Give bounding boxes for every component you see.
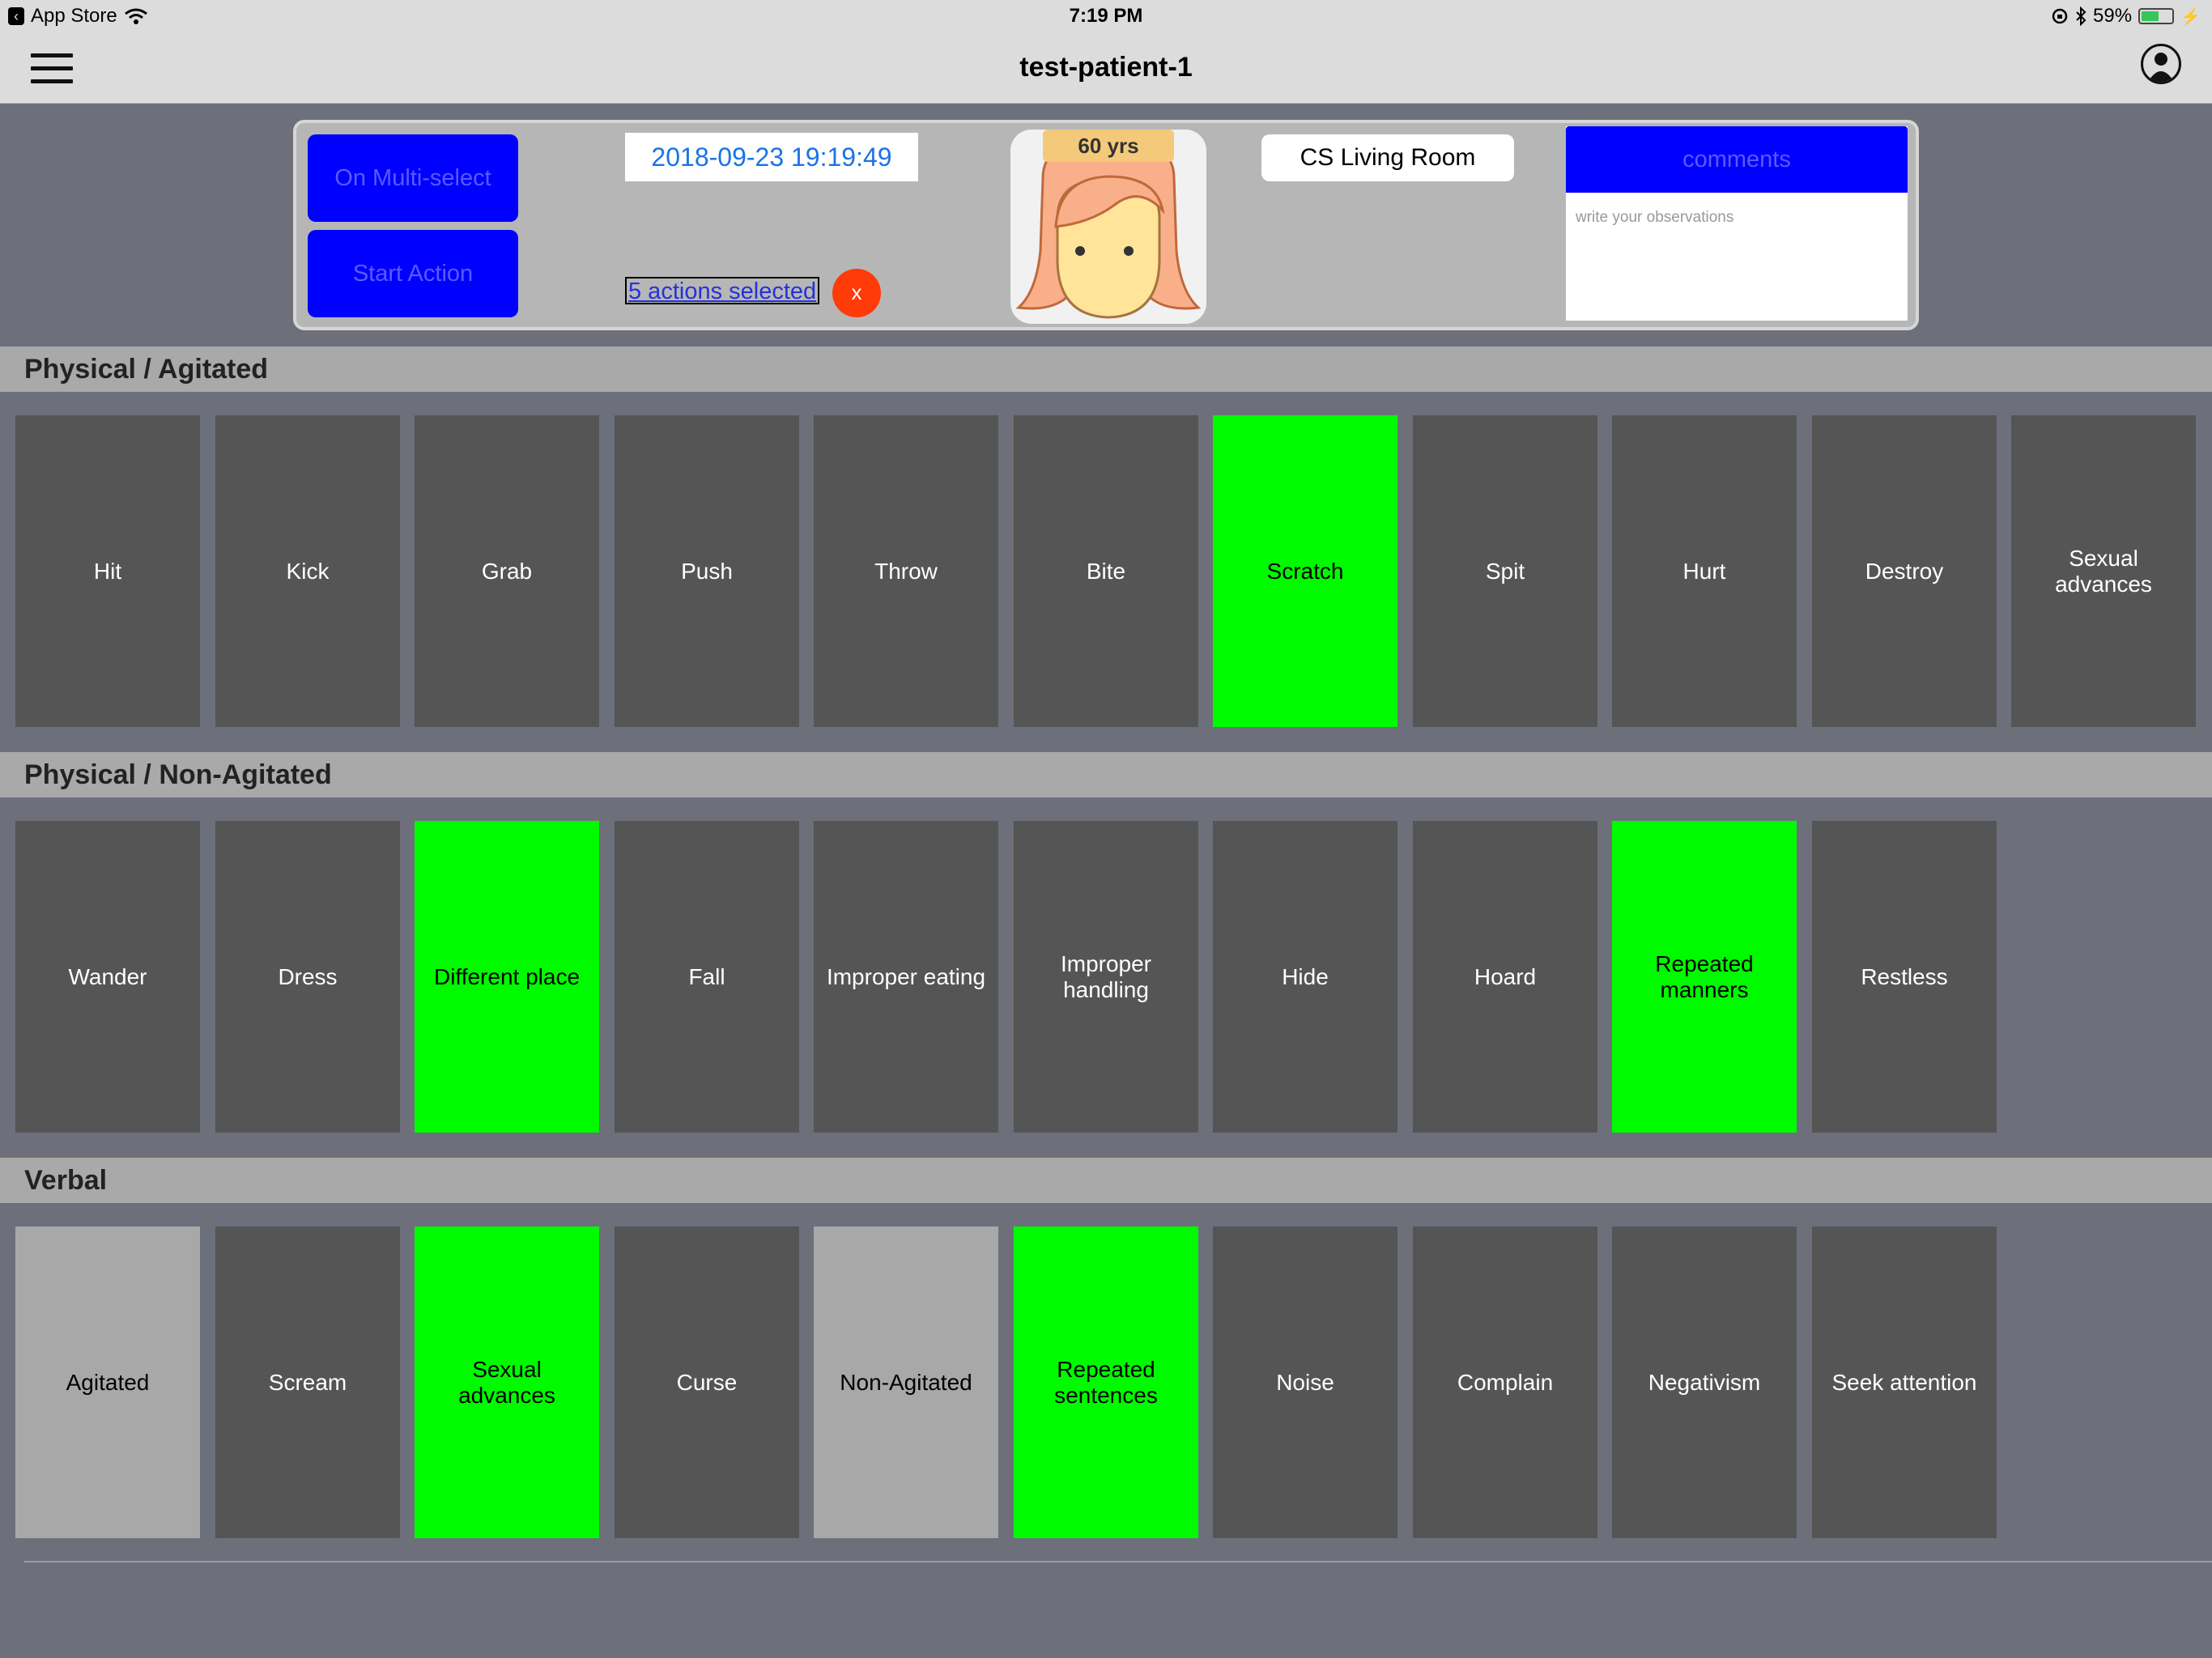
multi-select-button[interactable]: On Multi-select — [308, 134, 518, 222]
action-tile[interactable]: Throw — [814, 415, 998, 727]
patient-age-badge: 60 yrs — [1043, 130, 1174, 162]
action-tile[interactable]: Repeated sentences — [1014, 1226, 1198, 1538]
action-tile[interactable]: Push — [615, 415, 799, 727]
action-tile[interactable]: Destroy — [1812, 415, 1997, 727]
action-tile[interactable]: Noise — [1213, 1226, 1397, 1538]
action-tile[interactable]: Non-Agitated — [814, 1226, 998, 1538]
action-tile[interactable]: Fall — [615, 821, 799, 1133]
action-tile[interactable]: Grab — [415, 415, 599, 727]
user-profile-icon[interactable] — [2141, 44, 2181, 84]
status-right: 59% ⚡ — [2051, 5, 2201, 28]
start-action-button[interactable]: Start Action — [308, 230, 518, 317]
section-header-physical-agitated: Physical / Agitated — [0, 346, 2212, 392]
charging-icon: ⚡ — [2180, 7, 2201, 26]
action-tile[interactable]: Improper handling — [1014, 821, 1198, 1133]
action-tile[interactable]: Bite — [1014, 415, 1198, 727]
section-header-verbal: Verbal — [0, 1158, 2212, 1203]
section-header-physical-non-agitated: Physical / Non-Agitated — [0, 752, 2212, 797]
action-tile[interactable]: Agitated — [15, 1226, 200, 1538]
action-tile[interactable]: Repeated manners — [1612, 821, 1797, 1133]
status-time: 7:19 PM — [1069, 5, 1143, 27]
action-tile[interactable]: Wander — [15, 821, 200, 1133]
battery-percent: 59% — [2093, 5, 2133, 27]
battery-icon — [2138, 8, 2175, 24]
patient-avatar-card[interactable]: 60 yrs — [1010, 130, 1206, 324]
battery-fill — [2142, 11, 2159, 21]
action-tile[interactable]: Hoard — [1413, 821, 1597, 1133]
navigation-bar: test-patient-1 — [0, 32, 2212, 104]
action-tile[interactable]: Different place — [415, 821, 599, 1133]
action-tile[interactable]: Hide — [1213, 821, 1397, 1133]
action-tile[interactable]: Sexual advances — [2011, 415, 2196, 727]
status-bar: ‹ App Store 7:19 PM 59% ⚡ — [0, 0, 2212, 32]
action-tile[interactable]: Improper eating — [814, 821, 998, 1133]
session-header-panel: On Multi-select Start Action 2018-09-23 … — [293, 120, 1919, 330]
action-tile[interactable]: Seek attention — [1812, 1226, 1997, 1538]
action-tile[interactable]: Curse — [615, 1226, 799, 1538]
orientation-lock-icon — [2052, 8, 2068, 24]
bottom-divider — [24, 1561, 2212, 1562]
location-selector[interactable]: CS Living Room — [1261, 134, 1514, 181]
session-datetime[interactable]: 2018-09-23 19:19:49 — [625, 133, 918, 181]
comments-input[interactable] — [1574, 207, 1901, 316]
comments-box: comments — [1566, 126, 1908, 321]
action-tile[interactable]: Scream — [215, 1226, 400, 1538]
action-tile[interactable]: Scratch — [1213, 415, 1397, 727]
page-title: test-patient-1 — [1019, 52, 1193, 83]
bluetooth-icon — [2076, 6, 2087, 26]
action-tile[interactable]: Dress — [215, 821, 400, 1133]
clear-selection-button[interactable]: x — [832, 269, 881, 317]
action-tile[interactable]: Negativism — [1612, 1226, 1797, 1538]
action-tile[interactable]: Hurt — [1612, 415, 1797, 727]
comments-button[interactable]: comments — [1566, 126, 1908, 193]
action-tile[interactable]: Hit — [15, 415, 200, 727]
action-tile[interactable]: Spit — [1413, 415, 1597, 727]
action-tile[interactable]: Restless — [1812, 821, 1997, 1133]
action-tile[interactable]: Complain — [1413, 1226, 1597, 1538]
selected-actions-link[interactable]: 5 actions selected — [625, 277, 820, 304]
action-tile[interactable]: Sexual advances — [415, 1226, 599, 1538]
action-tile[interactable]: Kick — [215, 415, 400, 727]
